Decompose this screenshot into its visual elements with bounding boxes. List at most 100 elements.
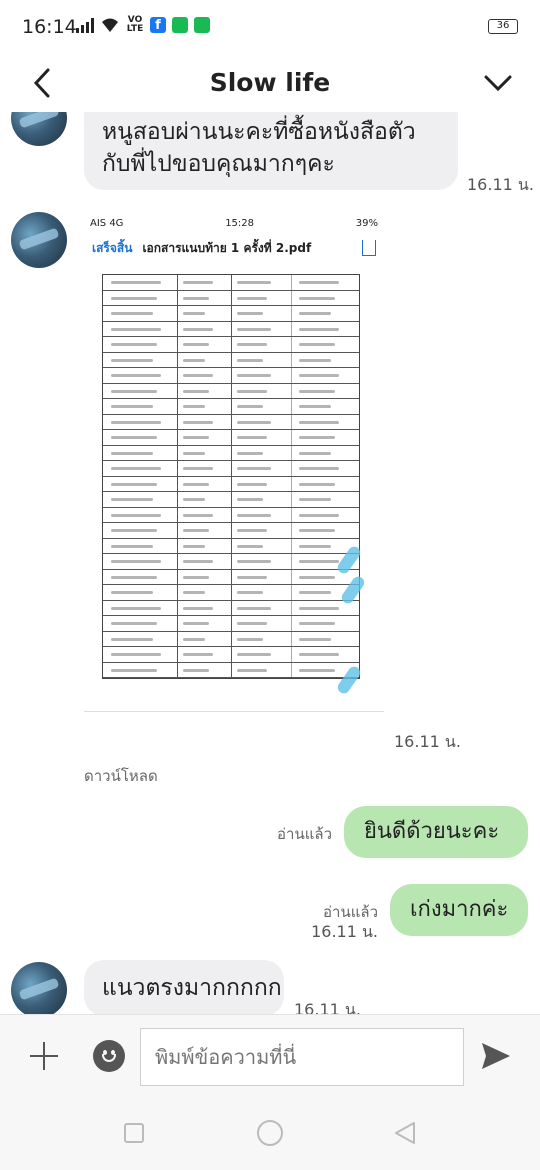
document-text-scribble <box>183 529 209 532</box>
document-text-scribble <box>183 575 209 579</box>
message-bubble[interactable]: เก่งมากค่ะ <box>390 884 528 936</box>
document-text-scribble <box>111 281 161 284</box>
document-text-scribble <box>299 529 335 532</box>
chat-area[interactable]: หนูสอบผ่านนะคะที่ซื้อหนังสือตัว กับพี่ไป… <box>0 112 540 1014</box>
message-input[interactable] <box>140 1028 464 1086</box>
document-text-scribble <box>183 374 213 377</box>
message-time: 16.11 น. <box>311 922 378 941</box>
document-text-scribble <box>183 513 213 517</box>
document-text-scribble <box>183 405 205 408</box>
message-time: 16.11 น. <box>294 1000 361 1014</box>
download-link[interactable]: ดาวน์โหลด <box>84 764 158 788</box>
home-button[interactable] <box>257 1120 283 1146</box>
document-text-scribble <box>111 668 157 672</box>
document-text-scribble <box>299 281 339 284</box>
document-text-scribble <box>237 374 271 377</box>
recents-button[interactable] <box>124 1123 144 1143</box>
document-text-scribble <box>237 575 267 579</box>
document-text-scribble <box>237 529 267 532</box>
document-text-scribble <box>237 606 271 610</box>
message-time: 16.11 น. <box>394 732 461 751</box>
line-icon <box>194 17 210 33</box>
chat-title: Slow life <box>209 68 331 97</box>
document-text-scribble <box>237 327 271 331</box>
chevron-down-icon[interactable] <box>482 66 514 100</box>
document-text-scribble <box>183 327 213 331</box>
message-bubble[interactable]: หนูสอบผ่านนะคะที่ซื้อหนังสือตัว กับพี่ไป… <box>84 112 458 190</box>
document-text-scribble <box>237 389 267 393</box>
document-text-scribble <box>111 296 157 300</box>
document-text-scribble <box>299 467 339 470</box>
document-text-scribble <box>183 389 209 393</box>
document-text-scribble <box>111 405 153 408</box>
document-text-scribble <box>299 591 331 594</box>
document-text-scribble <box>237 281 271 284</box>
document-text-scribble <box>299 436 335 439</box>
document-text-scribble <box>299 637 331 641</box>
avatar[interactable] <box>11 112 67 146</box>
document-text-scribble <box>111 606 161 610</box>
send-icon[interactable] <box>480 1041 512 1071</box>
avatar[interactable] <box>11 962 67 1014</box>
document-text-scribble <box>183 436 209 439</box>
document-text-scribble <box>299 451 331 455</box>
back-button[interactable] <box>392 1120 418 1146</box>
document-text-scribble <box>183 358 205 362</box>
document-text-scribble <box>299 312 331 315</box>
message-bubble[interactable]: ยินดีด้วยนะคะ <box>344 806 528 858</box>
document-text-scribble <box>111 451 153 455</box>
document-text-scribble <box>183 420 213 424</box>
document-text-scribble <box>237 544 263 548</box>
document-text-scribble <box>299 544 331 548</box>
document-text-scribble <box>299 327 339 331</box>
document-text-scribble <box>237 451 263 455</box>
document-text-scribble <box>299 405 331 408</box>
message-bubble[interactable]: แนวตรงมากกกกก <box>84 960 284 1014</box>
document-text-scribble <box>111 358 153 362</box>
document-text-scribble <box>299 560 339 563</box>
emoji-icon[interactable] <box>93 1040 125 1072</box>
document-text-scribble <box>237 358 263 362</box>
document-text-scribble <box>111 637 153 641</box>
message-input-bar <box>0 1014 540 1096</box>
document-text-scribble <box>237 436 267 439</box>
read-receipt: อ่านแล้ว <box>277 825 332 843</box>
document-text-scribble <box>183 622 209 625</box>
document-text-scribble <box>111 327 161 331</box>
document-text-scribble <box>111 653 161 656</box>
document-text-scribble <box>111 436 157 439</box>
document-text-scribble <box>299 513 339 517</box>
document-text-scribble <box>299 389 335 393</box>
document-text-scribble <box>299 482 335 486</box>
message-text: กับพี่ไปขอบคุณมากๆคะ <box>102 151 335 177</box>
document-text-scribble <box>183 296 209 300</box>
plus-icon[interactable] <box>30 1042 58 1070</box>
document-text-scribble <box>237 498 263 501</box>
document-text-scribble <box>183 467 213 470</box>
document-table <box>102 274 367 696</box>
document-text-scribble <box>111 374 161 377</box>
document-text-scribble <box>299 374 339 377</box>
document-text-scribble <box>299 296 335 300</box>
document-text-scribble <box>111 591 153 594</box>
document-text-scribble <box>237 420 271 424</box>
image-attachment[interactable]: AIS 4G 15:28 39% เสร็จสิ้น เอกสารแนบท้าย… <box>84 212 384 712</box>
battery-icon: 36 <box>488 19 518 34</box>
document-text-scribble <box>111 560 161 563</box>
document-text-scribble <box>183 591 205 594</box>
document-text-scribble <box>111 513 161 517</box>
document-text-scribble <box>299 343 335 346</box>
document-text-scribble <box>111 575 157 579</box>
document-text-scribble <box>183 343 209 346</box>
status-time: 16:14 <box>22 16 77 38</box>
image-status-left: AIS 4G <box>90 218 124 229</box>
image-done-label: เสร็จสิ้น <box>92 240 133 255</box>
message-text: ยินดีด้วยนะคะ <box>364 819 500 844</box>
document-text-scribble <box>237 653 271 656</box>
document-text-scribble <box>299 358 331 362</box>
document-text-scribble <box>299 668 335 672</box>
avatar[interactable] <box>11 212 67 268</box>
document-text-scribble <box>237 591 263 594</box>
document-text-scribble <box>183 544 205 548</box>
document-text-scribble <box>299 653 339 656</box>
